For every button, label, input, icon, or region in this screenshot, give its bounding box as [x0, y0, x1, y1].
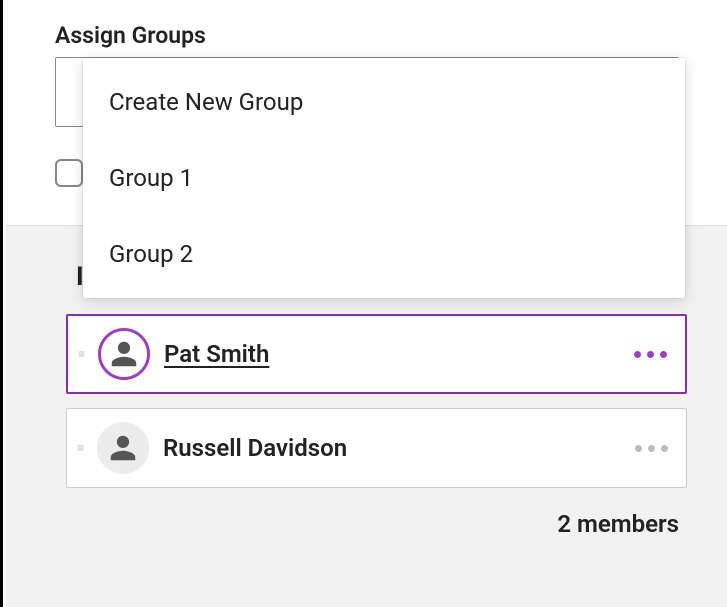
member-name[interactable]: Pat Smith — [164, 340, 634, 368]
dropdown-item-group-2[interactable]: Group 2 — [83, 216, 685, 292]
person-icon — [108, 433, 138, 463]
member-row[interactable]: ≡ Russell Davidson — [66, 408, 687, 488]
group-dropdown: Create New Group Group 1 Group 2 — [83, 58, 685, 298]
dropdown-item-create-new-group[interactable]: Create New Group — [83, 64, 685, 140]
dropdown-item-group-1[interactable]: Group 1 — [83, 140, 685, 216]
member-name: Russell Davidson — [163, 434, 635, 462]
more-menu-icon[interactable] — [635, 445, 668, 452]
member-row[interactable]: ≡ Pat Smith — [66, 314, 687, 394]
assign-groups-label: Assign Groups — [55, 22, 679, 49]
drag-handle-icon[interactable]: ≡ — [78, 352, 94, 356]
more-menu-icon[interactable] — [634, 351, 667, 358]
member-count: 2 members — [66, 510, 687, 538]
person-icon — [109, 339, 139, 369]
avatar — [98, 328, 150, 380]
avatar — [97, 422, 149, 474]
checkbox[interactable] — [55, 159, 83, 187]
drag-handle-icon[interactable]: ≡ — [77, 446, 93, 450]
